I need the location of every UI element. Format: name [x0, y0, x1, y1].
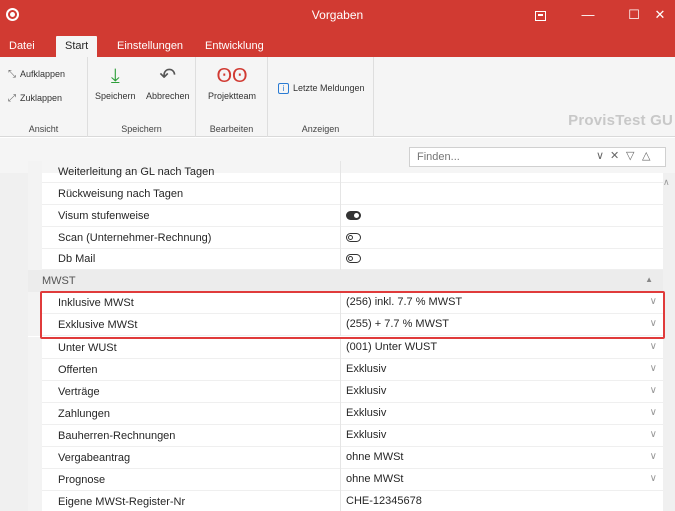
- expand-button[interactable]: ⤡ Aufklappen: [8, 69, 65, 80]
- group-speichern: ⤓ Speichern ↶ Abbrechen Speichern: [88, 57, 196, 137]
- tab-datei[interactable]: Datei: [0, 36, 44, 57]
- table-row[interactable]: Visum stufenweise: [28, 205, 663, 227]
- group-bearbeiten: ʘʘ Projektteam Bearbeiten: [196, 57, 268, 137]
- collapse-section-icon[interactable]: ▲: [645, 275, 653, 284]
- collapse-icon: ⤢: [8, 93, 16, 104]
- row-name: Scan (Unternehmer-Rechnung): [58, 232, 212, 244]
- table-row[interactable]: Bauherren-Rechnungen Exklusiv ∨: [28, 425, 663, 447]
- cancel-button[interactable]: ↶ Abbrechen: [146, 61, 190, 101]
- close-button[interactable]: ✕: [640, 0, 675, 30]
- collapse-button[interactable]: ⤢ Zuklappen: [8, 93, 62, 104]
- table-row[interactable]: Verträge Exklusiv ∨: [28, 381, 663, 403]
- row-name: Eigene MWSt-Register-Nr: [58, 496, 186, 508]
- row-value[interactable]: [340, 183, 663, 205]
- chevron-down-icon[interactable]: ∨: [650, 363, 657, 374]
- tab-entwicklung[interactable]: Entwicklung: [196, 36, 273, 57]
- property-grid-area: Weiterleitung an GL nach Tagen Rückweisu…: [0, 161, 675, 511]
- row-name: Visum stufenweise: [58, 210, 150, 222]
- tab-start[interactable]: Start: [56, 36, 98, 57]
- visum-toggle[interactable]: [346, 211, 361, 220]
- row-name: Bauherren-Rechnungen: [58, 430, 176, 442]
- table-row[interactable]: Db Mail: [28, 248, 663, 270]
- table-row[interactable]: Zahlungen Exklusiv ∨: [28, 403, 663, 425]
- group-anzeigen: i Letzte Meldungen Anzeigen: [268, 57, 374, 137]
- group-label-speichern: Speichern: [121, 124, 162, 134]
- minimize-button[interactable]: —: [568, 0, 608, 30]
- last-messages-button[interactable]: i Letzte Meldungen: [278, 83, 365, 95]
- row-value[interactable]: ohne MWSt ∨: [340, 447, 663, 469]
- ribbon-display-icon[interactable]: [520, 0, 560, 30]
- brand-label: ProvisTest GU: [568, 112, 673, 129]
- chevron-down-icon[interactable]: ∨: [650, 473, 657, 484]
- dbmail-toggle[interactable]: [346, 254, 361, 263]
- ribbon-tab-bar: Datei Start Einstellungen Entwicklung: [0, 30, 675, 57]
- title-bar: Vorgaben — ☐ ✕: [0, 0, 675, 30]
- row-name: Weiterleitung an GL nach Tagen: [58, 166, 215, 178]
- row-value[interactable]: [340, 248, 663, 270]
- property-grid[interactable]: Weiterleitung an GL nach Tagen Rückweisu…: [28, 161, 663, 511]
- row-value[interactable]: [340, 161, 663, 183]
- chevron-down-icon[interactable]: ∨: [650, 429, 657, 440]
- group-label-bearbeiten: Bearbeiten: [209, 124, 254, 134]
- highlight-box: [40, 291, 665, 339]
- chevron-down-icon[interactable]: ∨: [650, 341, 657, 352]
- table-row[interactable]: Vergabeantrag ohne MWSt ∨: [28, 447, 663, 469]
- row-value[interactable]: (001) Unter WUST ∨: [340, 337, 663, 359]
- undo-icon: ↶: [159, 65, 177, 87]
- row-name: Verträge: [58, 386, 100, 398]
- table-row[interactable]: Scan (Unternehmer-Rechnung): [28, 227, 663, 249]
- row-name: Prognose: [58, 474, 106, 486]
- tab-einstellungen[interactable]: Einstellungen: [108, 36, 192, 57]
- row-name: Vergabeantrag: [58, 452, 131, 464]
- group-label-anzeigen: Anzeigen: [301, 124, 340, 134]
- scroll-up-icon[interactable]: ∧: [663, 177, 670, 188]
- info-icon: i: [278, 83, 289, 95]
- save-button[interactable]: ⤓ Speichern: [95, 61, 136, 101]
- table-row[interactable]: Weiterleitung an GL nach Tagen: [28, 161, 663, 183]
- project-team-button[interactable]: ʘʘ Projektteam: [208, 61, 256, 101]
- row-name: Offerten: [58, 364, 98, 376]
- table-row[interactable]: Rückweisung nach Tagen: [28, 183, 663, 205]
- group-label-ansicht: Ansicht: [28, 124, 59, 134]
- row-value[interactable]: Exklusiv ∨: [340, 403, 663, 425]
- ribbon: ⤡ Aufklappen ⤢ Zuklappen Ansicht ⤓ Speiche…: [0, 57, 675, 137]
- section-header-mwst[interactable]: MWST ▲: [28, 270, 663, 292]
- row-value[interactable]: Exklusiv ∨: [340, 381, 663, 403]
- row-value[interactable]: Exklusiv ∨: [340, 359, 663, 381]
- row-name: Db Mail: [58, 253, 96, 265]
- scan-toggle[interactable]: [346, 233, 361, 242]
- row-value[interactable]: CHE-12345678: [340, 491, 663, 511]
- chevron-down-icon[interactable]: ∨: [650, 385, 657, 396]
- chevron-down-icon[interactable]: ∨: [650, 451, 657, 462]
- row-name: Zahlungen: [58, 408, 110, 420]
- chevron-down-icon[interactable]: ∨: [650, 407, 657, 418]
- row-name: Rückweisung nach Tagen: [58, 188, 184, 200]
- row-value[interactable]: ohne MWSt ∨: [340, 469, 663, 491]
- save-icon: ⤓: [110, 65, 120, 87]
- row-value[interactable]: [340, 205, 663, 227]
- team-icon: ʘʘ: [216, 65, 248, 87]
- expand-icon: ⤡: [8, 69, 16, 80]
- table-row[interactable]: Prognose ohne MWSt ∨: [28, 469, 663, 491]
- row-name: Unter WUSt: [58, 342, 117, 354]
- table-row[interactable]: Unter WUSt (001) Unter WUST ∨: [28, 337, 663, 359]
- row-value[interactable]: Exklusiv ∨: [340, 425, 663, 447]
- group-ansicht: ⤡ Aufklappen ⤢ Zuklappen Ansicht: [0, 57, 88, 137]
- row-value[interactable]: [340, 227, 663, 249]
- table-row[interactable]: Offerten Exklusiv ∨: [28, 359, 663, 381]
- table-row[interactable]: Eigene MWSt-Register-Nr CHE-12345678: [28, 491, 663, 511]
- section-label: MWST: [42, 275, 76, 287]
